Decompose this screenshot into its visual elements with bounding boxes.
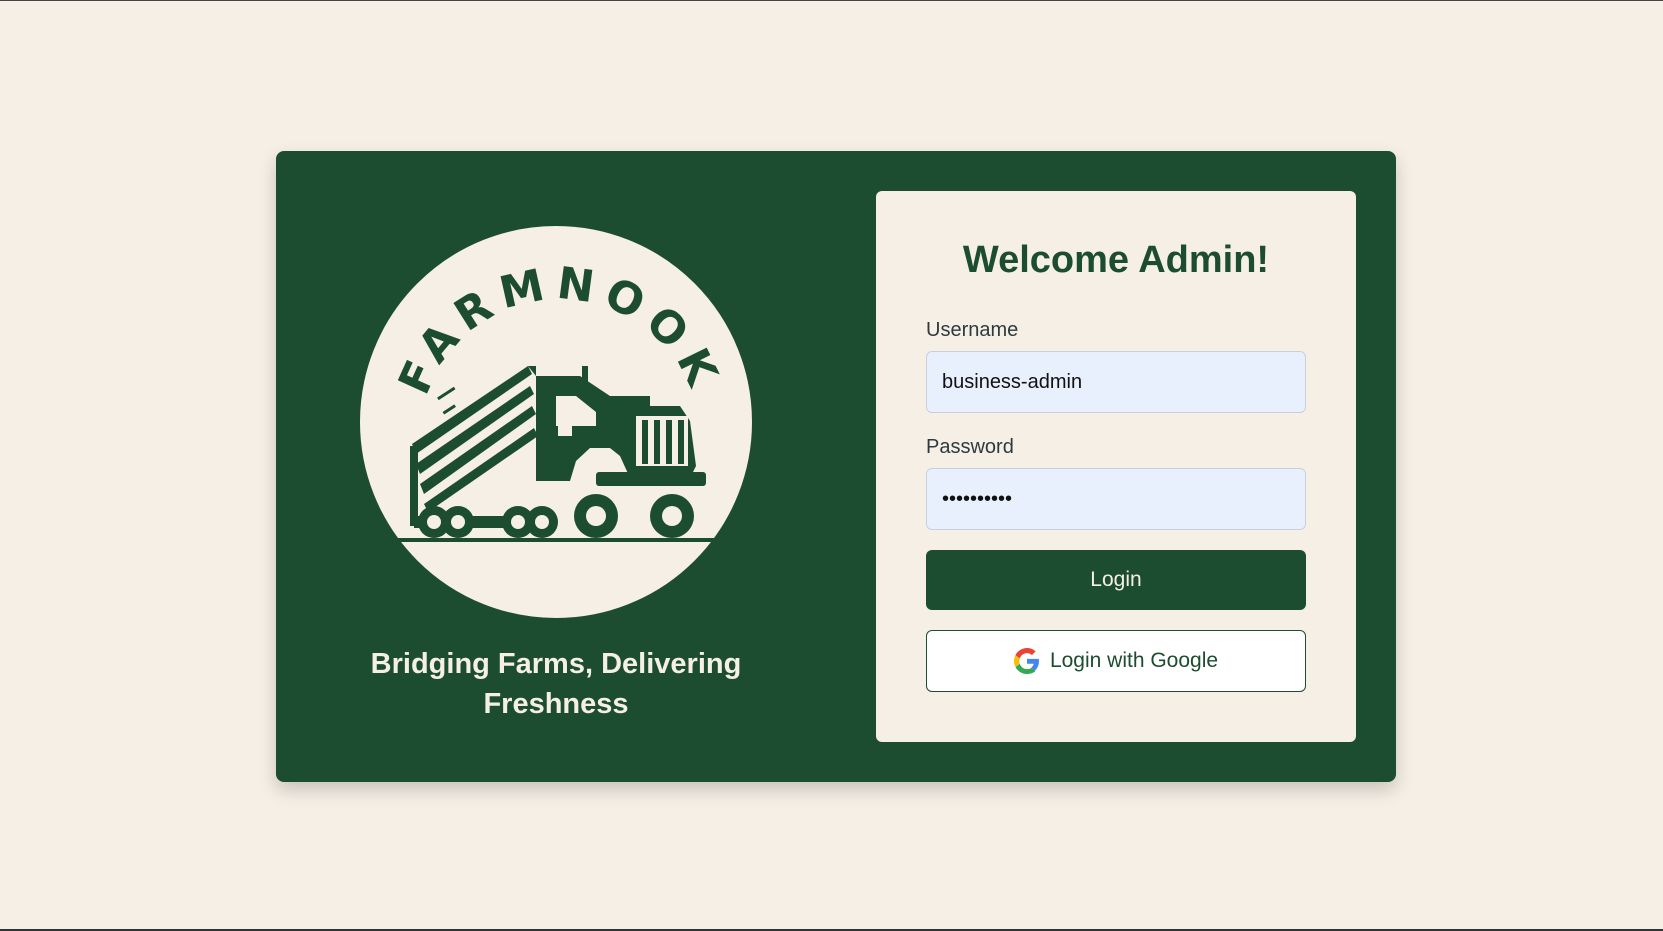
login-card: FARMNOOK Bridging Farms, Delivering Fres… [276,151,1396,782]
google-login-button[interactable]: Login with Google [926,630,1306,692]
password-input[interactable] [926,468,1306,530]
top-border [0,0,1663,1]
login-panel: Welcome Admin! Username Password Login L… [876,191,1356,742]
username-input[interactable] [926,351,1306,413]
farmnook-logo: FARMNOOK [352,218,760,626]
google-icon [1013,648,1039,674]
google-login-label: Login with Google [1049,649,1219,672]
login-button[interactable]: Login [926,550,1306,610]
welcome-title: Welcome Admin! [962,239,1270,281]
brand-panel: FARMNOOK Bridging Farms, Delivering Fres… [276,151,836,782]
brand-tagline: Bridging Farms, Delivering Freshness [370,648,742,720]
password-label: Password [926,436,1014,458]
username-label: Username [926,319,1019,341]
